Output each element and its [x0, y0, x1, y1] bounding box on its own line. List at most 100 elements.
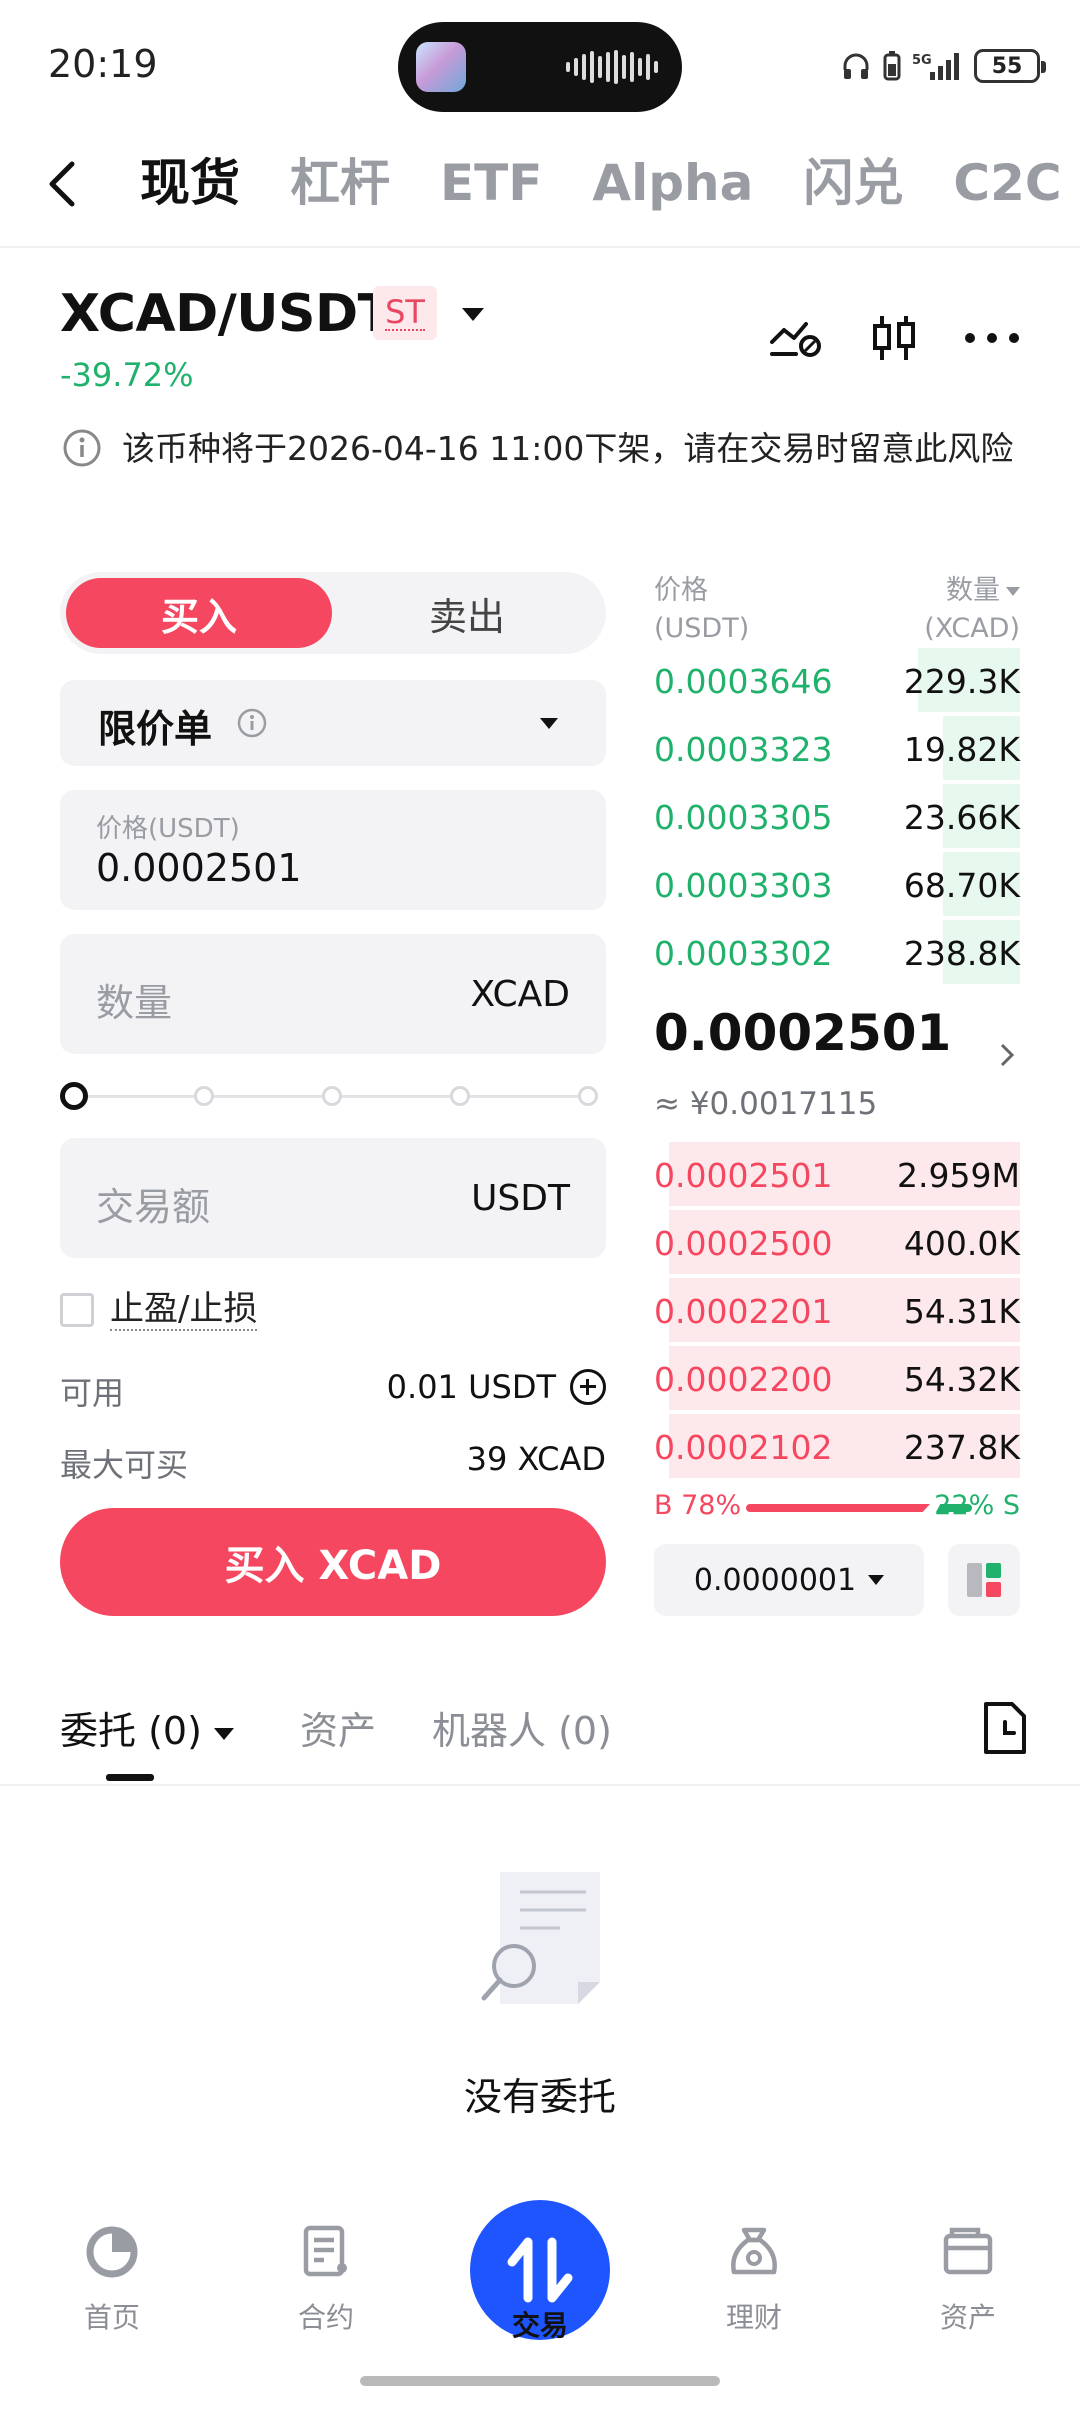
empty-state-text: 没有委托 [463, 2075, 616, 2119]
caret-down-icon[interactable] [462, 308, 484, 321]
caret-down-icon [1006, 587, 1020, 596]
market-tabs: 现货 杠杆 ETF Alpha 闪兑 C2C [140, 148, 1062, 218]
ask-price[interactable]: 0.0003323 [654, 730, 832, 769]
buy-tab[interactable]: 买入 [66, 578, 332, 648]
price-change: -39.72% [60, 356, 194, 394]
battery-icon: 55 [974, 49, 1046, 83]
slider-step-75[interactable] [450, 1086, 470, 1106]
order-type-select[interactable]: 限价单 [60, 680, 606, 766]
tab-c2c[interactable]: C2C [953, 148, 1061, 218]
tab-open-orders[interactable]: 委托 (0) [60, 1700, 234, 1755]
st-badge[interactable]: ST [373, 286, 437, 340]
tab-margin[interactable]: 杠杆 [290, 148, 390, 218]
bid-price[interactable]: 0.0002200 [654, 1360, 832, 1399]
slider-step-50[interactable] [322, 1086, 342, 1106]
info-icon[interactable] [236, 707, 268, 739]
available-value: 0.01 USDT [386, 1368, 556, 1406]
ask-quantity: 238.8K [903, 934, 1020, 973]
ask-price[interactable]: 0.0003305 [654, 798, 832, 837]
tab-assets[interactable]: 资产 [300, 1700, 376, 1755]
nav-home[interactable]: 首页 [42, 2222, 182, 2342]
order-type-label: 限价单 [98, 707, 213, 751]
ask-row[interactable]: 0.0003646 229.3K [654, 648, 1020, 712]
bid-row[interactable]: 0.0002102 237.8K [654, 1414, 1020, 1478]
more-dots-icon [965, 333, 1019, 343]
ask-price[interactable]: 0.0003302 [654, 934, 832, 973]
ask-row[interactable]: 0.0003305 23.66K [654, 784, 1020, 848]
ask-price[interactable]: 0.0003303 [654, 866, 832, 905]
orderbook-layout-button[interactable] [948, 1544, 1020, 1616]
ob-qty-header-unit: (XCAD) [924, 613, 1020, 644]
ask-price[interactable]: 0.0003646 [654, 662, 832, 701]
bid-row[interactable]: 0.0002201 54.31K [654, 1278, 1020, 1342]
nav-earn-label: 理财 [725, 2301, 782, 2334]
home-icon [86, 2226, 138, 2278]
max-buy-row: 最大可买 39 XCAD [60, 1440, 606, 1484]
chevron-right-icon[interactable] [994, 1042, 1020, 1068]
st-badge-label: ST [385, 293, 425, 331]
slider-handle[interactable] [60, 1082, 88, 1110]
bid-row[interactable]: 0.0002500 400.0K [654, 1210, 1020, 1274]
ask-quantity: 68.70K [903, 866, 1020, 905]
ask-row[interactable]: 0.0003323 19.82K [654, 716, 1020, 780]
bid-price[interactable]: 0.0002102 [654, 1428, 832, 1467]
bid-row[interactable]: 0.0002501 2.959M [654, 1142, 1020, 1206]
pair-selector[interactable]: XCAD/USDT [60, 284, 393, 344]
tab-convert[interactable]: 闪兑 [803, 148, 903, 218]
price-value[interactable]: 0.0002501 [96, 846, 302, 890]
buy-sell-toggle: 买入 卖出 [60, 572, 606, 654]
wallet-icon [943, 2227, 993, 2275]
caret-down-icon [868, 1575, 885, 1585]
kline-chart-button[interactable] [866, 310, 922, 366]
bid-price[interactable]: 0.0002201 [654, 1292, 832, 1331]
order-history-icon[interactable] [978, 1700, 1032, 1756]
nav-futures[interactable]: 合约 [256, 2222, 396, 2342]
sell-tab[interactable]: 卖出 [334, 578, 600, 648]
precision-select[interactable]: 0.0000001 [654, 1544, 924, 1616]
tab-alpha[interactable]: Alpha [592, 148, 753, 218]
nav-earn[interactable]: 理财 [684, 2222, 824, 2342]
ask-row[interactable]: 0.0003302 238.8K [654, 920, 1020, 984]
bid-price[interactable]: 0.0002500 [654, 1224, 832, 1263]
status-time: 20:19 [48, 42, 158, 86]
tpsl-checkbox[interactable] [60, 1293, 94, 1327]
tab-bots[interactable]: 机器人 (0) [432, 1700, 612, 1755]
money-bag-icon [731, 2227, 777, 2275]
ask-row[interactable]: 0.0003303 68.70K [654, 852, 1020, 916]
chart-alert-icon [770, 322, 821, 357]
home-indicator[interactable] [360, 2376, 720, 2386]
quantity-input[interactable]: 数量 XCAD [60, 934, 606, 1054]
slider-step-25[interactable] [194, 1086, 214, 1106]
nav-home-label: 首页 [83, 2301, 140, 2334]
tab-spot[interactable]: 现货 [140, 148, 240, 218]
status-icons: 5G 55 [840, 46, 1046, 86]
nav-assets-label: 资产 [939, 2301, 996, 2334]
battery-saver-icon [882, 50, 902, 82]
trade-swap-icon [507, 2237, 573, 2303]
nav-assets[interactable]: 资产 [898, 2222, 1038, 2342]
max-buy-value: 39 XCAD [466, 1440, 606, 1478]
bid-price[interactable]: 0.0002501 [654, 1156, 832, 1195]
tab-etf[interactable]: ETF [440, 148, 542, 218]
orderbook-layout-icon [967, 1563, 1001, 1597]
add-funds-icon[interactable] [570, 1369, 606, 1405]
last-price-fiat: ≈ ¥0.0017115 [654, 1086, 878, 1122]
buy-submit-button[interactable]: 买入 XCAD [60, 1508, 606, 1616]
sell-ratio: 22% S [934, 1490, 1020, 1521]
dynamic-island[interactable] [398, 22, 682, 112]
tpsl-toggle[interactable]: 止盈/止损 [60, 1289, 258, 1331]
ob-price-header-unit: (USDT) [654, 613, 750, 644]
amount-input[interactable]: 交易额 USDT [60, 1138, 606, 1258]
available-value-group: 0.01 USDT [387, 1368, 606, 1406]
price-alert-button[interactable] [768, 310, 824, 366]
more-button[interactable] [964, 310, 1020, 366]
bid-row[interactable]: 0.0002200 54.32K [654, 1346, 1020, 1410]
ob-qty-header[interactable]: 数量 (XCAD) [924, 572, 1020, 648]
back-button[interactable] [44, 154, 94, 214]
top-nav: 现货 杠杆 ETF Alpha 闪兑 C2C [0, 130, 1080, 248]
price-input[interactable]: 价格(USDT) 0.0002501 [60, 790, 606, 910]
last-price[interactable]: 0.0002501 [654, 1004, 951, 1062]
quantity-slider[interactable] [60, 1080, 606, 1112]
tpsl-label[interactable]: 止盈/止损 [110, 1289, 258, 1331]
slider-step-100[interactable] [578, 1086, 598, 1106]
